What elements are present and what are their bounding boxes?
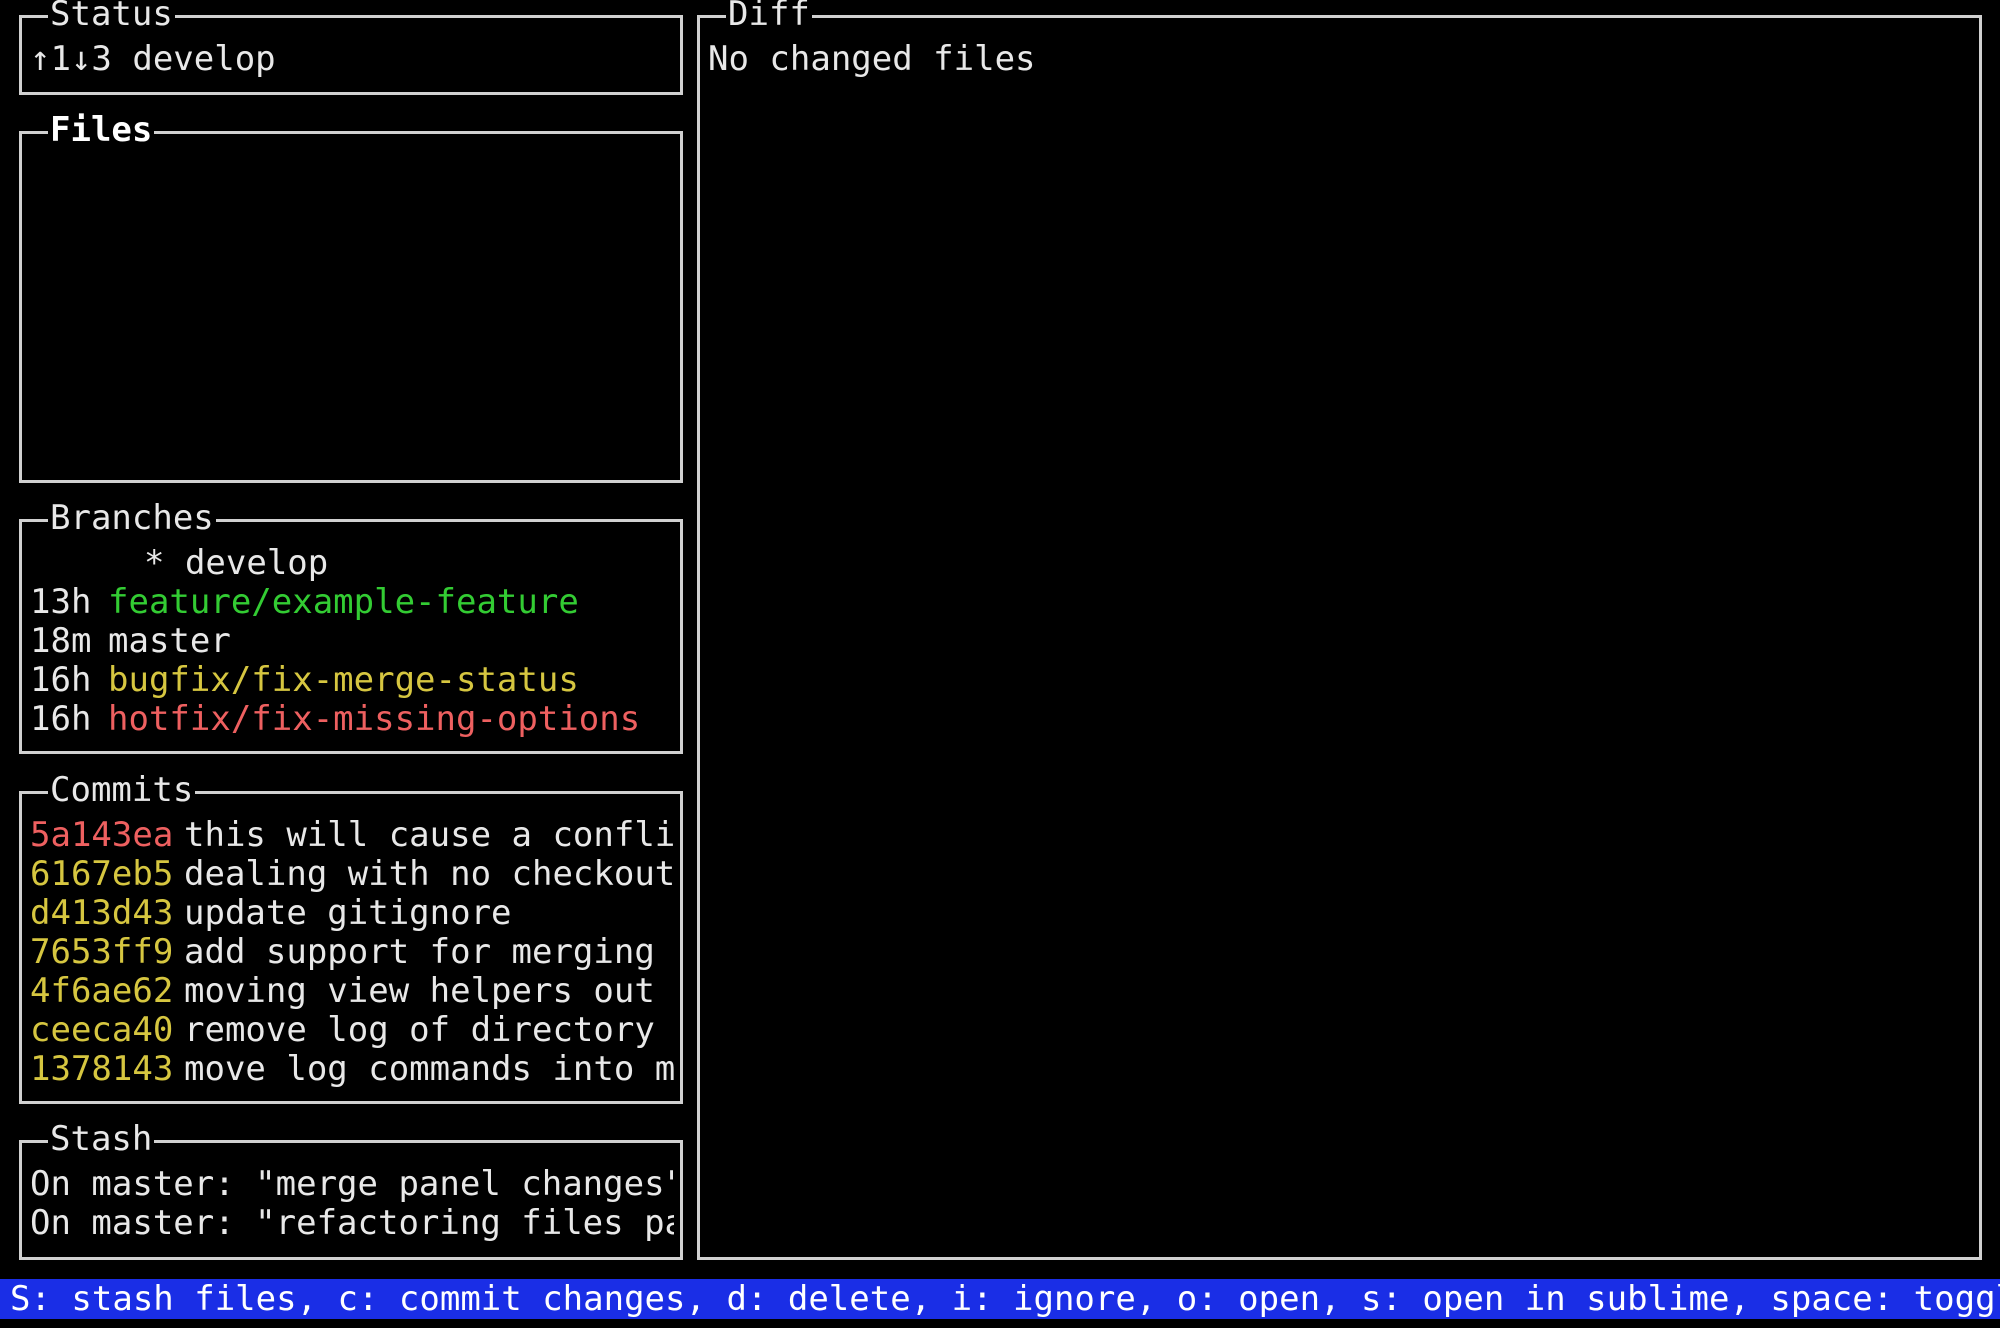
branch-item[interactable]: 13h feature/example-feature bbox=[30, 583, 674, 622]
commit-sha: 5a143ea bbox=[30, 816, 174, 855]
status-panel[interactable]: Status ↑1↓3 develop bbox=[19, 0, 683, 95]
branch-age: 13h bbox=[30, 583, 92, 622]
branch-name: * develop bbox=[144, 544, 329, 583]
commit-item[interactable]: ceeca40 remove log of directory bbox=[30, 1011, 674, 1050]
commit-message: this will cause a conflic bbox=[184, 816, 674, 855]
commit-message: moving view helpers out o bbox=[184, 972, 674, 1011]
status-text: ↑1↓3 develop bbox=[30, 40, 276, 79]
status-panel-title: Status bbox=[48, 0, 175, 34]
stash-item[interactable]: On master: "merge panel changes" bbox=[30, 1165, 674, 1204]
commit-message: move log commands into ma bbox=[184, 1050, 674, 1089]
branch-item[interactable]: 18m master bbox=[30, 622, 674, 661]
commit-sha: ceeca40 bbox=[30, 1011, 174, 1050]
branches-list[interactable]: * develop 13h feature/example-feature 18m ma… bbox=[30, 544, 674, 739]
commit-item[interactable]: 4f6ae62 moving view helpers out o bbox=[30, 972, 674, 1011]
branch-name: master bbox=[108, 622, 231, 661]
commit-sha: 1378143 bbox=[30, 1050, 174, 1089]
stash-list[interactable]: On master: "merge panel changes" On maste… bbox=[30, 1165, 674, 1243]
diff-panel[interactable]: Diff No changed files bbox=[697, 0, 1982, 1260]
commit-sha: 4f6ae62 bbox=[30, 972, 174, 1011]
stash-item[interactable]: On master: "refactoring files pan bbox=[30, 1204, 674, 1243]
commit-message: update gitignore bbox=[184, 894, 512, 933]
commit-sha: 7653ff9 bbox=[30, 933, 174, 972]
branches-panel-title: Branches bbox=[48, 498, 216, 538]
branch-item[interactable]: * develop bbox=[30, 544, 674, 583]
diff-content: No changed files bbox=[708, 40, 1973, 79]
commit-item[interactable]: d413d43 update gitignore bbox=[30, 894, 674, 933]
commit-item[interactable]: 1378143 move log commands into ma bbox=[30, 1050, 674, 1089]
diff-text: No changed files bbox=[708, 40, 1036, 79]
branch-name: bugfix/fix-merge-status bbox=[108, 661, 579, 700]
files-panel[interactable]: Files bbox=[19, 110, 683, 483]
branch-item[interactable]: 16h bugfix/fix-merge-status bbox=[30, 661, 674, 700]
files-panel-title: Files bbox=[48, 110, 155, 150]
commits-panel-title: Commits bbox=[48, 770, 196, 810]
branch-name: feature/example-feature bbox=[108, 583, 579, 622]
branch-name: hotfix/fix-missing-options bbox=[108, 700, 641, 739]
commit-message: remove log of directory bbox=[184, 1011, 655, 1050]
commits-panel[interactable]: Commits 5a143ea this will cause a conflic… bbox=[19, 770, 683, 1104]
commits-list[interactable]: 5a143ea this will cause a conflic 6167eb5 d… bbox=[30, 816, 674, 1089]
stash-panel-title: Stash bbox=[48, 1119, 155, 1159]
commit-item[interactable]: 5a143ea this will cause a conflic bbox=[30, 816, 674, 855]
options-bar: S: stash files, c: commit changes, d: de… bbox=[0, 1279, 2000, 1319]
branch-age: 16h bbox=[30, 661, 92, 700]
branch-age: 16h bbox=[30, 700, 92, 739]
commit-message: dealing with no checkouts bbox=[184, 855, 674, 894]
branch-item[interactable]: 16h hotfix/fix-missing-options bbox=[30, 700, 674, 739]
commit-message: add support for merging bbox=[184, 933, 655, 972]
diff-panel-title: Diff bbox=[726, 0, 812, 34]
commit-sha: 6167eb5 bbox=[30, 855, 174, 894]
commit-item[interactable]: 6167eb5 dealing with no checkouts bbox=[30, 855, 674, 894]
branch-age: 18m bbox=[30, 622, 92, 661]
stash-panel[interactable]: Stash On master: "merge panel changes" On… bbox=[19, 1119, 683, 1260]
commit-item[interactable]: 7653ff9 add support for merging bbox=[30, 933, 674, 972]
status-content: ↑1↓3 develop bbox=[30, 40, 674, 79]
commit-sha: d413d43 bbox=[30, 894, 174, 933]
branches-panel[interactable]: Branches * develop 13h feature/example-fea… bbox=[19, 498, 683, 754]
